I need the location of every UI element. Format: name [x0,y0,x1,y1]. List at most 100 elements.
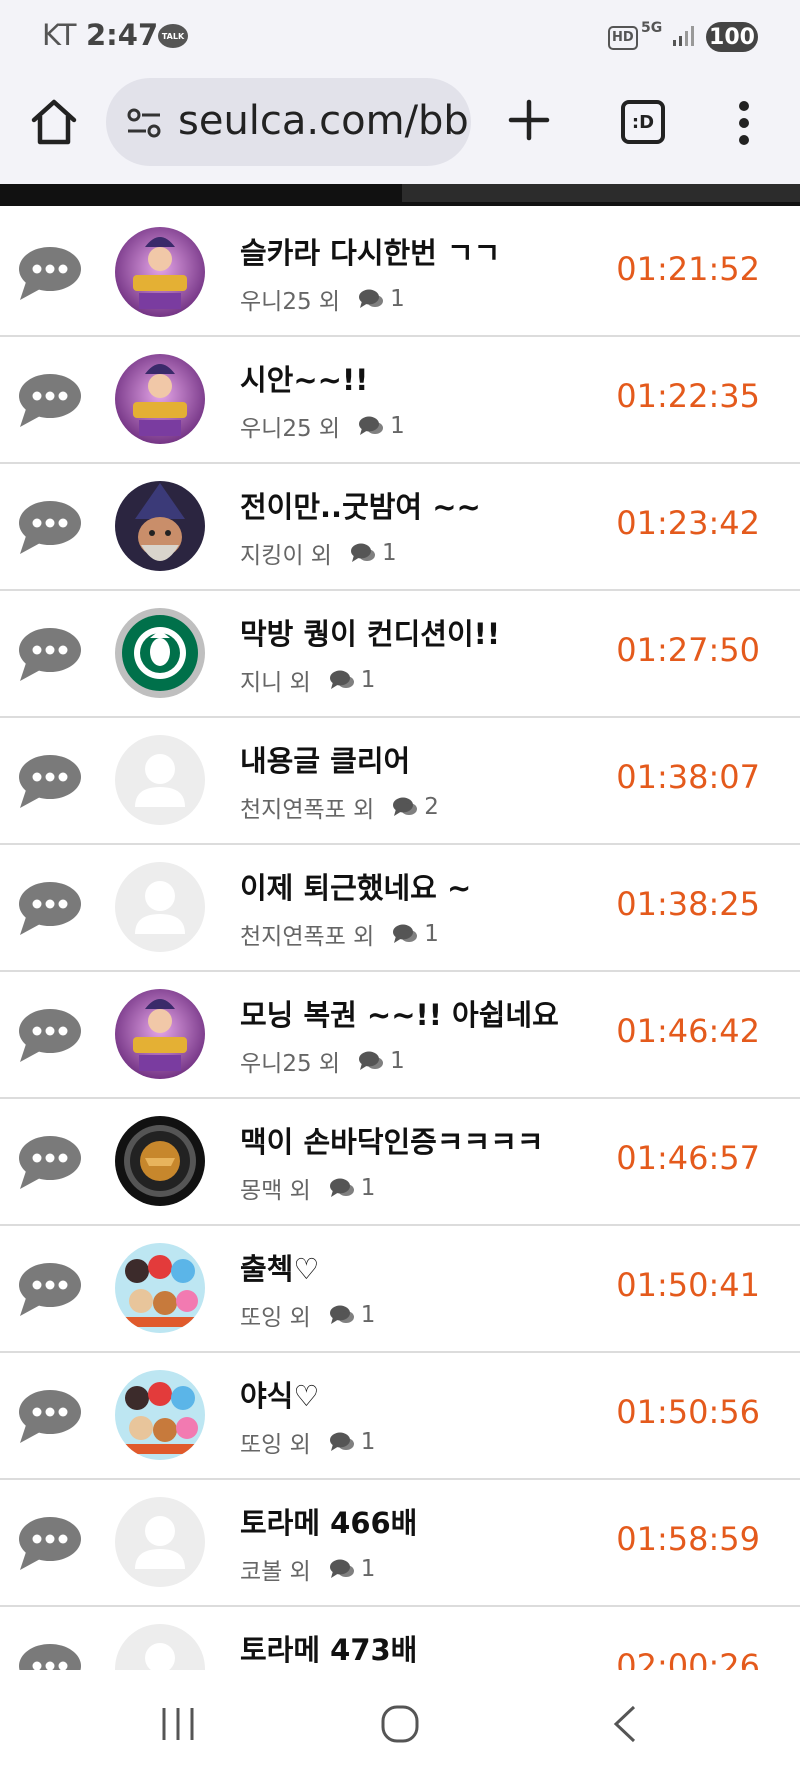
post-meta: 우니25 외 1 [240,282,405,316]
kakaotalk-icon: TALK [158,24,188,48]
list-item[interactable]: 시안~~!! 우니25 외 1 01:22:35 [0,337,800,464]
comment-count: 1 [360,667,376,693]
status-bar: KT 2:47 TALK HD 5G 100 [0,0,800,74]
list-item[interactable]: 내용글 클리어 천지연폭포 외 2 01:38:07 [0,718,800,845]
comment-icon [329,1432,354,1451]
post-title[interactable]: 전이만..굿밤여 ~~ [240,484,481,526]
list-item[interactable]: 막방 퀑이 컨디션이!! 지니 외 1 01:27:50 [0,591,800,718]
more-vert-icon[interactable] [736,98,752,148]
list-item[interactable]: 맥이 손바닥인증ㅋㅋㅋㅋ 몽맥 외 1 01:46:57 [0,1099,800,1226]
post-meta: 또잉 외 1 [240,1425,375,1459]
post-meta: 지킹이 외 1 [240,536,397,570]
address-bar[interactable]: seulca.com/bbs [106,78,471,166]
post-title[interactable]: 막방 퀑이 컨디션이!! [240,611,500,653]
avatar-casino-character[interactable] [115,989,205,1079]
post-author[interactable]: 우니25 외 [240,409,340,443]
avatar-penguins[interactable] [115,1243,205,1333]
tab-switcher-icon[interactable]: :D [621,100,665,144]
post-time: 01:21:52 [616,250,760,288]
post-list: 슬카라 다시한번 ㄱㄱ 우니25 외 1 01:21:52 시안~~!! 우니2… [0,210,800,1670]
avatar-casino-character[interactable] [115,227,205,317]
back-icon[interactable] [610,1704,640,1744]
list-item[interactable]: 출첵♡ 또잉 외 1 01:50:41 [0,1226,800,1353]
url-text[interactable]: seulca.com/bbs [178,98,471,144]
list-item[interactable]: 토라메 473배 02:00:26 [0,1607,800,1670]
avatar-default[interactable] [115,1624,205,1670]
post-title[interactable]: 모닝 복권 ~~!! 아쉽네요 [240,992,559,1034]
page-tab-strip-active[interactable] [402,184,800,202]
avatar-default[interactable] [115,1497,205,1587]
nav-home-icon[interactable] [380,1704,420,1744]
comment-icon [329,1559,354,1578]
post-time: 01:23:42 [616,504,760,542]
hd-voice-icon: HD [608,26,638,50]
avatar-default[interactable] [115,862,205,952]
post-title[interactable]: 이제 퇴근했네요 ~ [240,865,471,907]
post-title[interactable]: 야식♡ [240,1373,319,1415]
avatar-play-button[interactable] [115,1116,205,1206]
comment-count: 1 [390,1048,405,1074]
comment-icon [329,670,354,689]
comment-count: 1 [360,1429,376,1455]
comment-icon [329,1178,354,1197]
avatar-default[interactable] [115,735,205,825]
post-title[interactable]: 시안~~!! [240,357,368,399]
comment-icon [393,924,418,943]
tune-icon[interactable] [126,106,162,140]
clock: 2:47 [86,18,159,52]
chat-bubble-icon [19,1136,81,1189]
post-author[interactable]: 천지연폭포 외 [240,790,374,824]
list-item[interactable]: 모닝 복권 ~~!! 아쉽네요 우니25 외 1 01:46:42 [0,972,800,1099]
plus-icon[interactable] [505,96,553,144]
post-author[interactable]: 지킹이 외 [240,536,332,570]
chat-bubble-icon [19,1517,81,1570]
home-icon[interactable] [28,96,80,148]
post-time: 01:46:57 [616,1139,760,1177]
comment-icon [359,1051,384,1070]
post-author[interactable]: 우니25 외 [240,1044,340,1078]
comment-icon [359,416,384,435]
post-title[interactable]: 맥이 손바닥인증ㅋㅋㅋㅋ [240,1119,544,1161]
chat-bubble-icon [19,882,81,935]
post-author[interactable]: 지니 외 [240,663,311,697]
post-title[interactable]: 슬카라 다시한번 ㄱㄱ [240,230,500,272]
list-item[interactable]: 야식♡ 또잉 외 1 01:50:56 [0,1353,800,1480]
post-title[interactable]: 내용글 클리어 [240,738,410,780]
comment-icon [359,289,384,308]
network-type-icon: 5G [641,20,663,36]
post-meta: 우니25 외 1 [240,1044,405,1078]
post-meta: 또잉 외 1 [240,1298,375,1332]
avatar-penguins[interactable] [115,1370,205,1460]
list-item[interactable]: 전이만..굿밤여 ~~ 지킹이 외 1 01:23:42 [0,464,800,591]
carrier-label: KT [42,18,77,52]
post-time: 02:00:26 [616,1647,760,1670]
comment-count: 1 [360,1175,376,1201]
list-item[interactable]: 토라메 466배 코볼 외 1 01:58:59 [0,1480,800,1607]
avatar-casino-character[interactable] [115,354,205,444]
post-author[interactable]: 코볼 외 [240,1552,311,1586]
post-title[interactable]: 토라메 473배 [240,1627,417,1669]
comment-icon [393,797,418,816]
post-author[interactable]: 천지연폭포 외 [240,917,374,951]
list-item[interactable]: 슬카라 다시한번 ㄱㄱ 우니25 외 1 01:21:52 [0,210,800,337]
chat-bubble-icon [19,374,81,427]
post-meta: 우니25 외 1 [240,409,405,443]
chat-bubble-icon [19,1390,81,1443]
recents-icon[interactable] [160,1704,196,1744]
post-meta: 코볼 외 1 [240,1552,375,1586]
post-author[interactable]: 또잉 외 [240,1298,311,1332]
avatar-starbucks-logo[interactable] [115,608,205,698]
chat-bubble-icon [19,1263,81,1316]
avatar-wizard[interactable] [115,481,205,571]
post-author[interactable]: 몽맥 외 [240,1171,311,1205]
chat-bubble-icon [19,628,81,681]
post-title[interactable]: 출첵♡ [240,1246,319,1288]
post-meta: 천지연폭포 외 1 [240,917,439,951]
post-title[interactable]: 토라메 466배 [240,1500,417,1542]
post-time: 01:46:42 [616,1012,760,1050]
chat-bubble-icon [19,1644,81,1670]
post-author[interactable]: 우니25 외 [240,282,340,316]
post-author[interactable]: 또잉 외 [240,1425,311,1459]
post-time: 01:50:56 [616,1393,760,1431]
list-item[interactable]: 이제 퇴근했네요 ~ 천지연폭포 외 1 01:38:25 [0,845,800,972]
